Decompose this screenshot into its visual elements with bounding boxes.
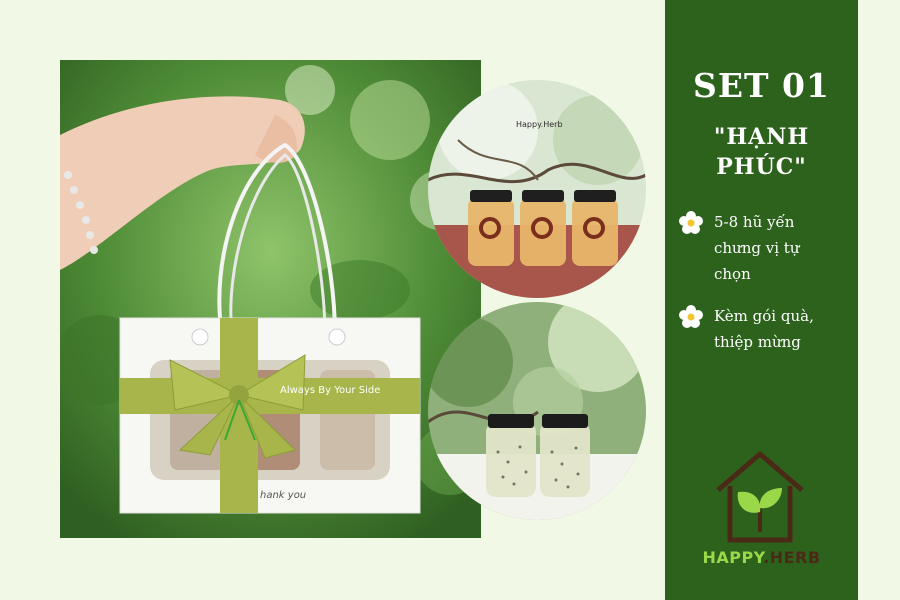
brand-name: HAPPY.HERB <box>665 548 858 567</box>
set-subtitle: "HẠNH PHÚC" <box>665 122 858 182</box>
flower-icon <box>679 305 703 328</box>
feature-line: chưng vị tự <box>714 239 800 257</box>
feature-item: 5-8 hũ yến chưng vị tự chọn <box>679 209 849 287</box>
brand-logo: HAPPY.HERB <box>665 442 858 582</box>
house-leaf-logo-icon <box>716 451 804 543</box>
flower-icon <box>679 211 703 234</box>
set-title: SET 01 <box>693 66 830 105</box>
feature-line: Kèm gói quà, <box>714 307 814 325</box>
info-panel: SET 01 "HẠNH PHÚC" 5-8 hũ yến chưng vị t… <box>665 0 858 600</box>
jars-photo-top: Happy.Herb <box>428 80 646 298</box>
set-subtitle-line2: PHÚC" <box>716 154 807 180</box>
brand-name-happy: HAPPY <box>702 548 764 567</box>
set-subtitle-line1: "HẠNH <box>713 124 810 150</box>
gift-bag-photo: Always By Your Side hank you <box>60 60 481 538</box>
jar-watermark: Happy.Herb <box>516 120 563 129</box>
feature-line: chọn <box>714 265 751 283</box>
feature-line: 5-8 hũ yến <box>714 213 795 231</box>
feature-item: Kèm gói quà, thiệp mừng <box>679 303 849 355</box>
feature-line: thiệp mừng <box>714 333 801 351</box>
thank-you-card-text: hank you <box>260 490 307 501</box>
ribbon-text: Always By Your Side <box>280 385 381 396</box>
jars-photo-bottom <box>428 302 646 520</box>
brand-name-herb: .HERB <box>763 548 821 567</box>
